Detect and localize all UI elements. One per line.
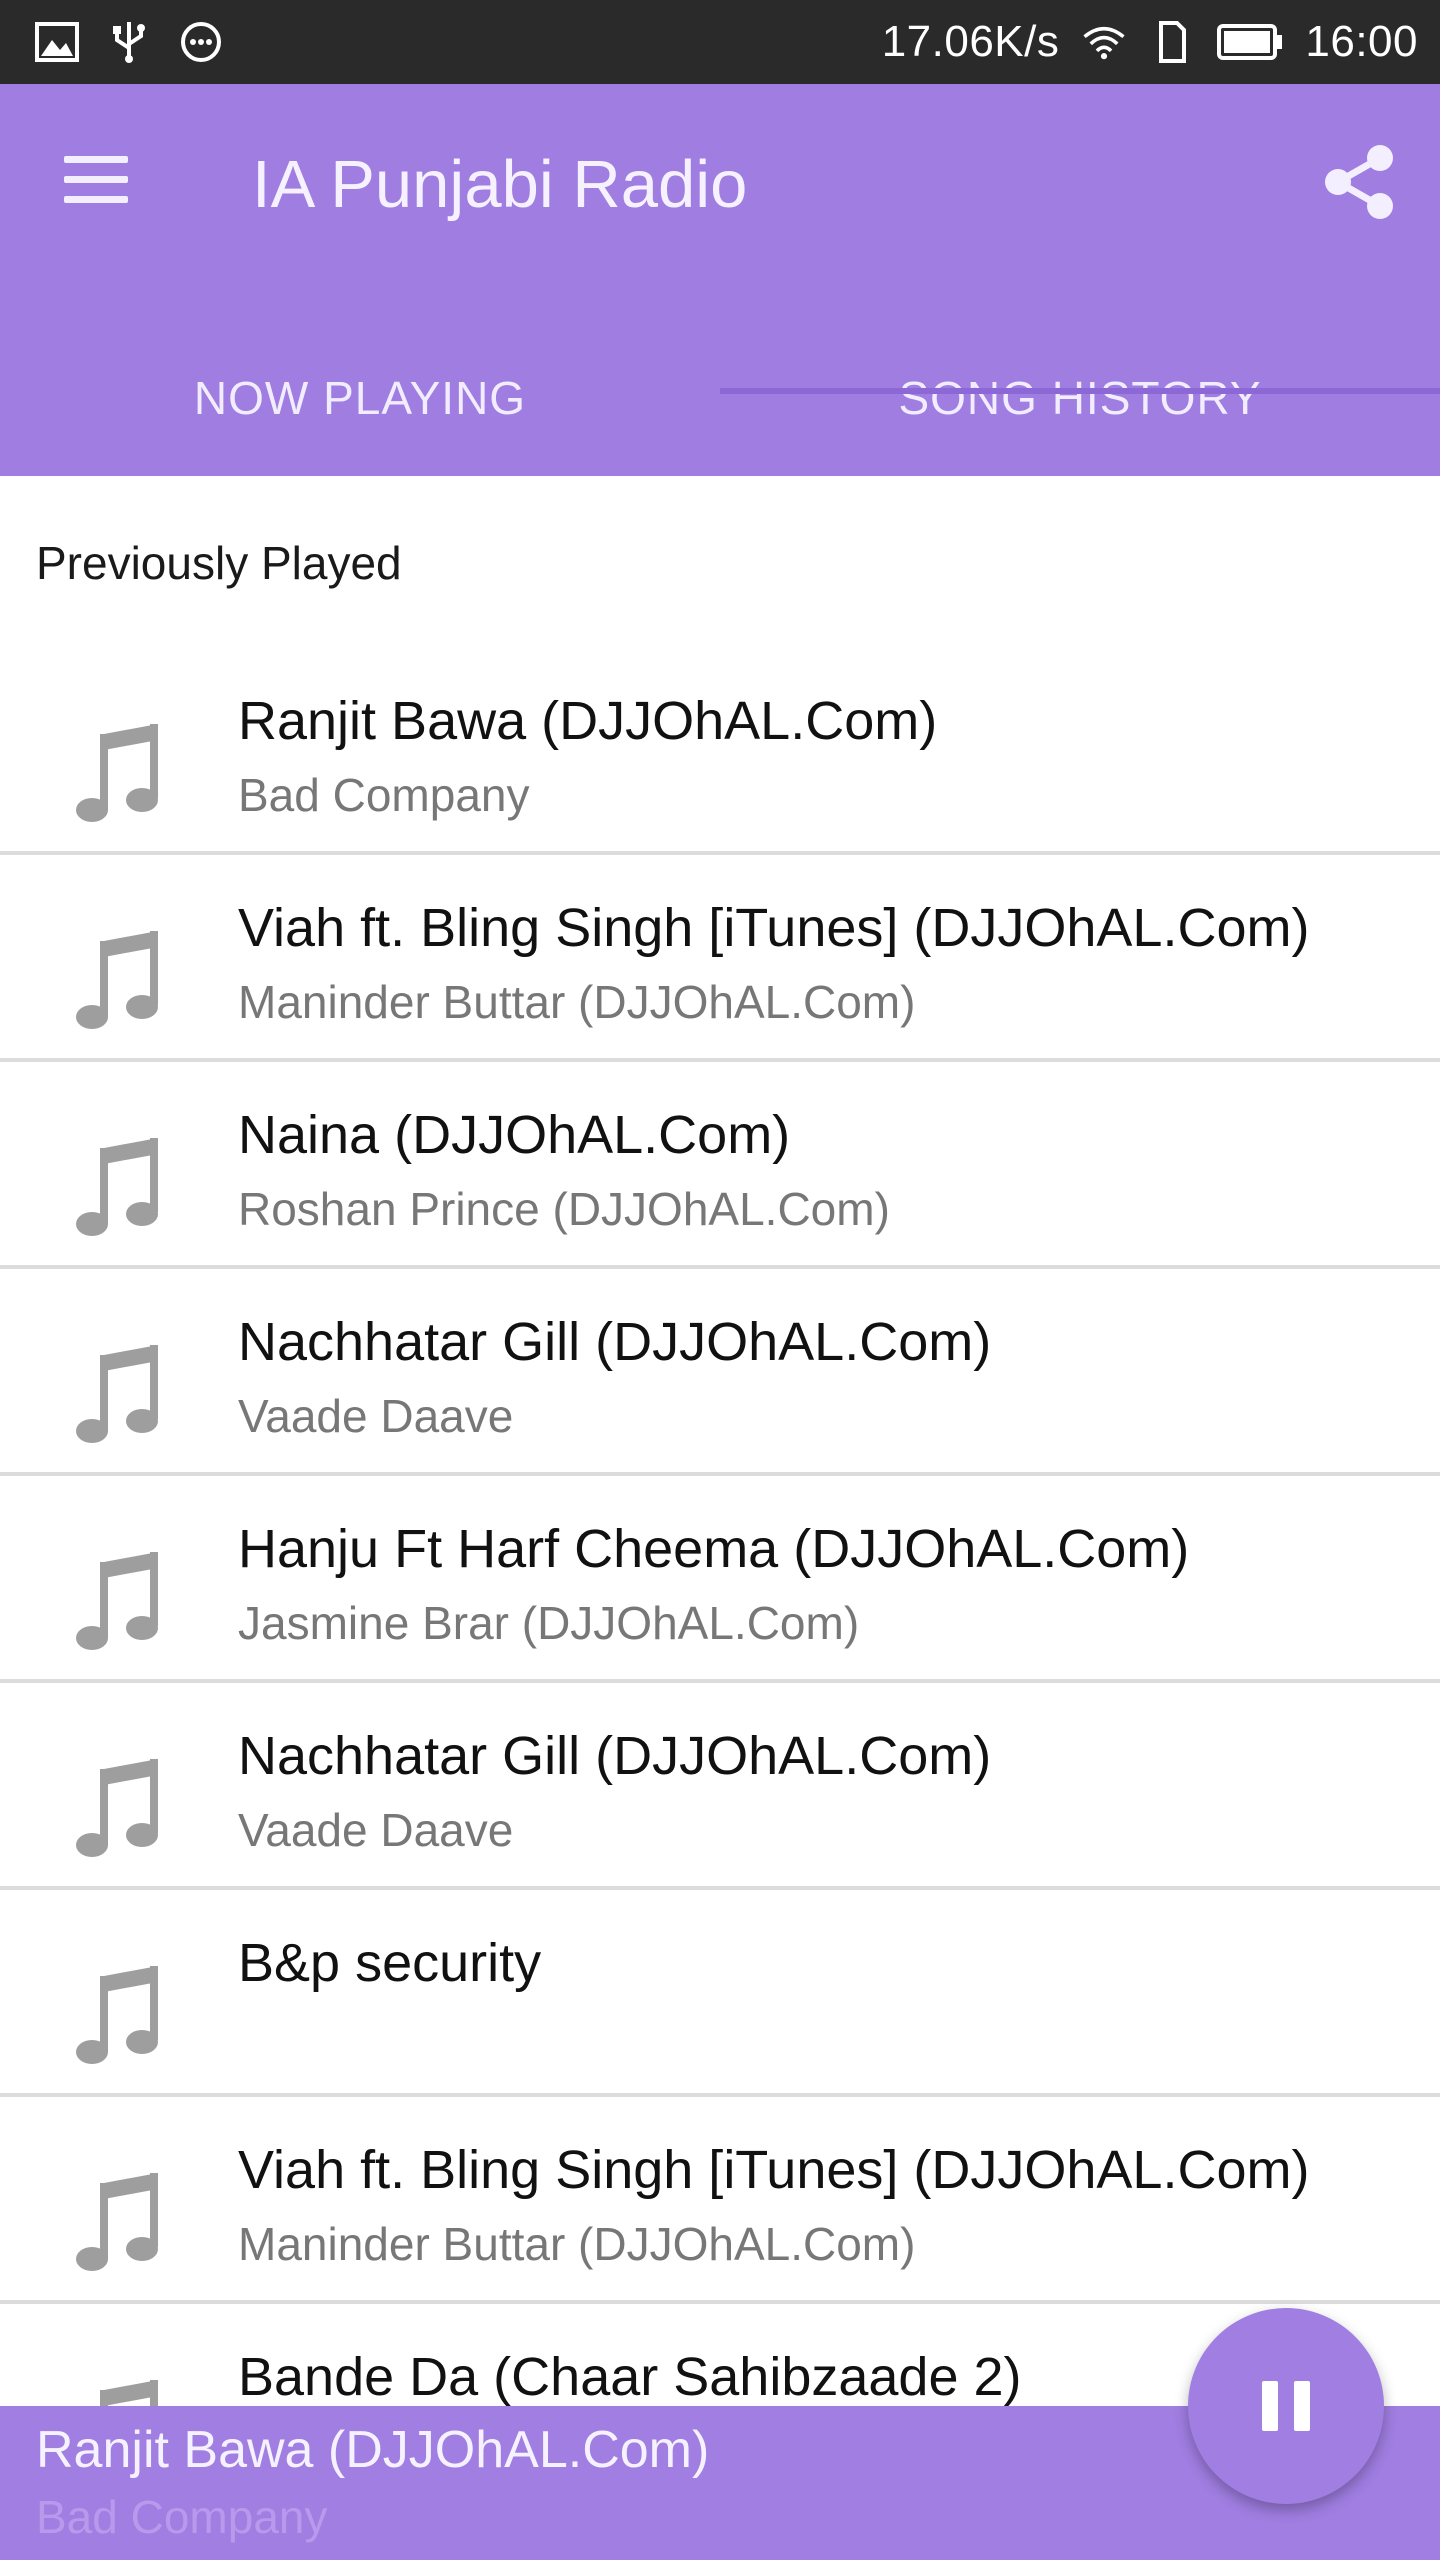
song-title: Nachhatar Gill (DJJOhAL.Com): [238, 1312, 992, 1372]
song-title: B&p security: [238, 1933, 542, 1993]
now-playing-title: Ranjit Bawa (DJJOhAL.Com): [36, 2421, 710, 2479]
now-playing-artist: Bad Company: [36, 2491, 328, 2543]
song-artist: Vaade Daave: [238, 1390, 514, 1442]
clock: 16:00: [1305, 17, 1418, 66]
list-item[interactable]: B&p security: [0, 1890, 1440, 2097]
music-note-icon: [76, 724, 158, 822]
music-note-icon: [76, 1552, 158, 1650]
usb-icon: [106, 19, 152, 65]
song-artist: Roshan Prince (DJJOhAL.Com): [238, 1183, 890, 1235]
share-icon[interactable]: [1320, 142, 1400, 222]
music-note-icon: [76, 2173, 158, 2271]
list-item[interactable]: Nachhatar Gill (DJJOhAL.Com) Vaade Daave: [0, 1269, 1440, 1476]
song-title: Nachhatar Gill (DJJOhAL.Com): [238, 1726, 992, 1786]
song-title: Ranjit Bawa (DJJOhAL.Com): [238, 691, 938, 751]
tab-now-playing[interactable]: NOW PLAYING: [0, 320, 720, 476]
app-title: IA Punjabi Radio: [252, 147, 748, 222]
tab-bar: NOW PLAYING SONG HISTORY: [0, 320, 1440, 476]
pause-button[interactable]: [1188, 2308, 1384, 2504]
status-bar: 17.06K/s 16:00: [0, 0, 1440, 84]
menu-icon[interactable]: [60, 150, 136, 210]
image-icon: [34, 19, 80, 65]
list-item[interactable]: Ranjit Bawa (DJJOhAL.Com) Bad Company: [0, 648, 1440, 855]
song-title: Naina (DJJOhAL.Com): [238, 1105, 791, 1165]
music-note-icon: [76, 1759, 158, 1857]
battery-icon: [1217, 19, 1283, 65]
song-artist: Vaade Daave: [238, 1804, 514, 1856]
song-title: Viah ft. Bling Singh [iTunes] (DJJOhAL.C…: [238, 898, 1310, 958]
music-note-icon: [76, 1345, 158, 1443]
list-item[interactable]: Hanju Ft Harf Cheema (DJJOhAL.Com) Jasmi…: [0, 1476, 1440, 1683]
status-left: [34, 18, 224, 66]
music-note-icon: [76, 1138, 158, 1236]
music-note-icon: [76, 1966, 158, 2064]
pause-icon: [1262, 2381, 1278, 2431]
song-history-list: Ranjit Bawa (DJJOhAL.Com) Bad Company Vi…: [0, 648, 1440, 2511]
song-title: Hanju Ft Harf Cheema (DJJOhAL.Com): [238, 1519, 1190, 1579]
sim-icon: [1149, 19, 1195, 65]
song-artist: Jasmine Brar (DJJOhAL.Com): [238, 1597, 860, 1649]
status-right: 17.06K/s 16:00: [882, 14, 1418, 70]
network-speed: 17.06K/s: [881, 17, 1060, 66]
section-header: Previously Played: [36, 537, 402, 589]
chat-bubble-icon: [178, 19, 224, 65]
pause-icon: [1294, 2381, 1310, 2431]
tab-indicator: [720, 388, 1440, 394]
music-note-icon: [76, 931, 158, 1029]
song-artist: Maninder Buttar (DJJOhAL.Com): [238, 976, 916, 1028]
list-item[interactable]: Naina (DJJOhAL.Com) Roshan Prince (DJJOh…: [0, 1062, 1440, 1269]
song-artist: Maninder Buttar (DJJOhAL.Com): [238, 2218, 916, 2270]
list-item[interactable]: Viah ft. Bling Singh [iTunes] (DJJOhAL.C…: [0, 2097, 1440, 2304]
app-bar: IA Punjabi Radio NOW PLAYING SONG HISTOR…: [0, 84, 1440, 476]
list-item[interactable]: Nachhatar Gill (DJJOhAL.Com) Vaade Daave: [0, 1683, 1440, 1890]
wifi-icon: [1081, 19, 1127, 65]
song-title: Bande Da (Chaar Sahibzaade 2): [238, 2347, 1022, 2407]
song-artist: Bad Company: [238, 769, 530, 821]
song-title: Viah ft. Bling Singh [iTunes] (DJJOhAL.C…: [238, 2140, 1310, 2200]
tab-song-history[interactable]: SONG HISTORY: [720, 320, 1440, 476]
list-item[interactable]: Viah ft. Bling Singh [iTunes] (DJJOhAL.C…: [0, 855, 1440, 1062]
